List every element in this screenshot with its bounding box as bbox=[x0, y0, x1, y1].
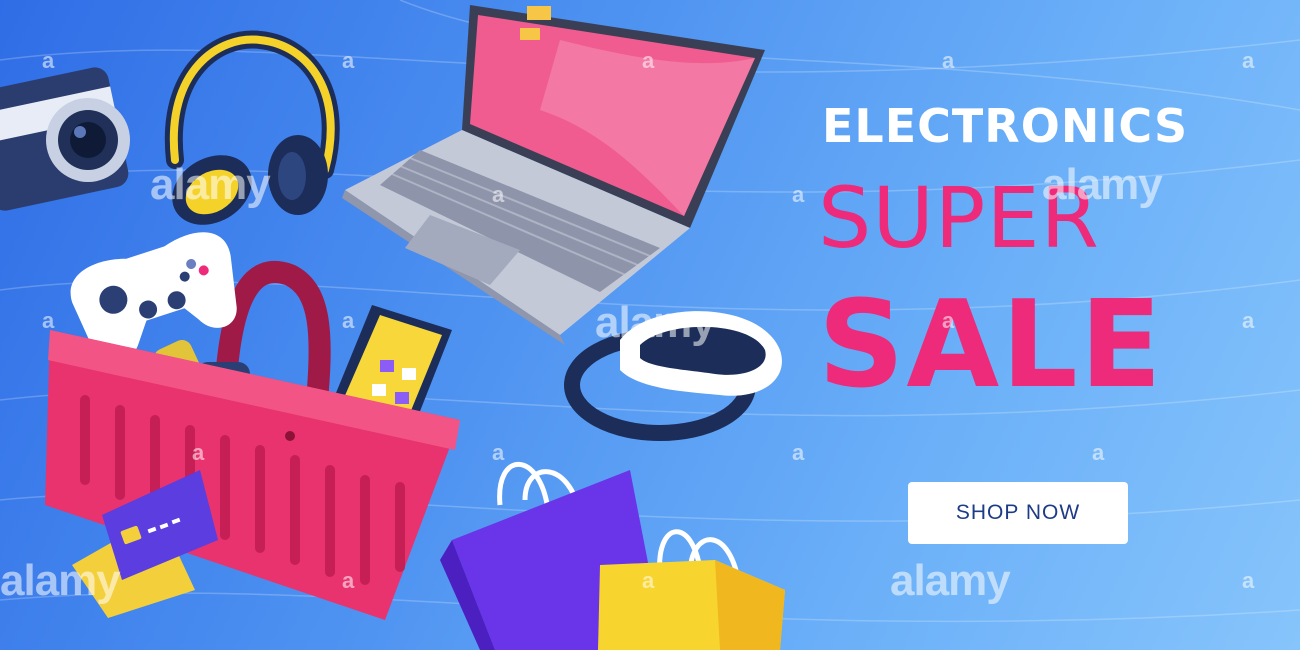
camera-icon bbox=[0, 67, 130, 211]
vr-headset-icon bbox=[564, 311, 782, 441]
headphones-icon bbox=[164, 30, 340, 225]
sale-banner: ELECTRONICS SUPER SALE SHOP NOW alamy al… bbox=[0, 0, 1300, 650]
headline-sale: SALE bbox=[818, 276, 1164, 415]
headline-electronics: ELECTRONICS bbox=[822, 99, 1189, 153]
laptop-icon bbox=[342, 5, 765, 345]
shop-now-button[interactable]: SHOP NOW bbox=[908, 482, 1128, 544]
shopping-bag-icon bbox=[440, 461, 785, 650]
headline-super: SUPER bbox=[818, 169, 1100, 267]
